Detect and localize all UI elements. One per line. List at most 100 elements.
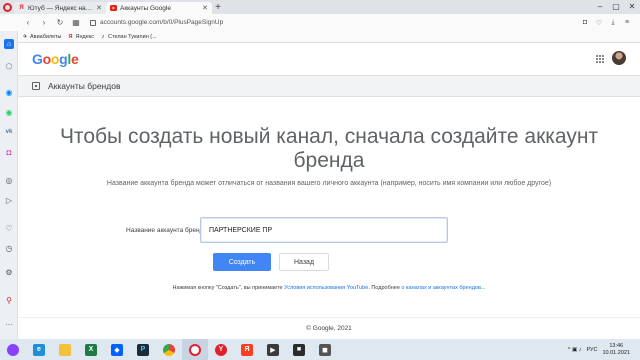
tab-title: Аккаунты Google (120, 4, 171, 12)
send-icon[interactable]: ▷ (4, 195, 14, 205)
brand-name-label: Название аккаунта бренда (126, 227, 207, 234)
toolbar-actions: ◘ ♡ ⤓ ≡ (580, 19, 640, 27)
taskbar-app-dark[interactable]: ■ (286, 339, 312, 360)
speed-dial-icon[interactable]: ▦ (70, 18, 82, 27)
youtube-terms-link[interactable]: Условия использования YouTube (284, 285, 368, 291)
google-logo[interactable]: Google (32, 51, 79, 67)
taskbar-dropbox[interactable]: ◆ (104, 339, 130, 360)
excel-icon: X (85, 343, 97, 356)
reload-icon[interactable]: ↻ (54, 18, 66, 27)
brand-account-icon (32, 82, 40, 90)
taskbar-explorer[interactable] (52, 339, 78, 360)
page-footer: © Google, 2021 (18, 317, 640, 339)
brand-accounts-info-link[interactable]: о каналах и аккаунтах брендов... (401, 285, 485, 291)
tab-google-accounts[interactable]: Аккаунты Google ✕ (106, 2, 212, 14)
taskbar-photoshop[interactable]: P (130, 339, 156, 360)
taskbar-opera[interactable] (182, 339, 208, 360)
home-icon[interactable]: ⌂ (4, 39, 14, 49)
messenger-icon[interactable]: ◉ (4, 87, 14, 97)
media-player-icon: ▶ (267, 343, 279, 356)
taskbar-yandex-browser[interactable]: Y (208, 339, 234, 360)
vk-icon[interactable]: vk (4, 127, 14, 137)
alice-icon (7, 343, 19, 356)
app-icon: ■ (293, 343, 305, 356)
tab-strip: Я Ютуб — Яндекс нашлось ✕ Аккаунты Googl… (0, 0, 640, 14)
address-bar[interactable]: accounts.google.com/b/0/PlusPageSignUp (86, 16, 526, 29)
yandex-icon: Я (241, 343, 253, 356)
brand-accounts-bar: Аккаунты брендов (18, 75, 640, 97)
section-title: Аккаунты брендов (48, 81, 121, 91)
bookmark-aviabilety[interactable]: ✈ Авиабилеты (22, 34, 62, 40)
terms-middle: . Подробнее (368, 285, 402, 291)
whatsapp-icon[interactable]: ◉ (4, 107, 14, 117)
bookmarks-bar: ✈ Авиабилеты Я Яндекс ♪ Стелан Тукилин (… (0, 31, 640, 43)
bookmark-tiktok[interactable]: ♪ Стелан Тукилин (... (100, 34, 157, 40)
minimize-button[interactable]: – (592, 0, 608, 14)
camera-icon[interactable]: ◘ (580, 19, 590, 27)
system-tray: ^ ▣ ♪ РУС 13:46 10.01.2021 (568, 343, 640, 357)
history-icon[interactable]: ◷ (4, 243, 14, 253)
new-tab-button[interactable]: + (212, 2, 224, 14)
internet-explorer-icon: e (33, 343, 45, 356)
terms-prefix: Нажимая кнопку "Создать", вы принимаете (172, 285, 285, 291)
pin-icon[interactable]: ⬠ (4, 61, 14, 71)
settings-icon[interactable]: ≡ (622, 19, 632, 27)
clock[interactable]: 13:46 10.01.2021 (602, 343, 630, 357)
page-headline: Чтобы создать новый канал, сначала созда… (59, 125, 599, 172)
download-icon[interactable]: ⤓ (608, 19, 618, 27)
bookmark-label: Стелан Тукилин (... (108, 33, 157, 40)
tab-close-icon[interactable]: ✕ (202, 4, 208, 12)
snapshot-icon[interactable]: ◎ (4, 175, 14, 185)
heart-icon[interactable]: ♡ (4, 223, 14, 233)
back-arrow-icon[interactable]: ‹ (22, 18, 34, 27)
alice-button[interactable] (0, 339, 26, 360)
logo-letter: e (70, 51, 79, 67)
logo-letter: o (42, 51, 52, 67)
youtube-icon (110, 5, 117, 12)
extensions-icon[interactable]: ⚙ (4, 267, 14, 277)
apps-grid-icon[interactable] (596, 55, 604, 63)
more-icon[interactable]: ··· (4, 319, 14, 329)
back-button[interactable]: Назад (279, 253, 329, 271)
instagram-icon[interactable]: ◘ (4, 147, 14, 157)
window-controls: – ▢ ✕ (592, 0, 640, 14)
terms-notice: Нажимая кнопку "Создать", вы принимаете … (28, 285, 630, 291)
windows-taskbar: e X ◆ P Y Я ▶ ■ ◼ ^ ▣ ♪ РУС 13:46 10.01.… (0, 339, 640, 360)
plane-icon: ✈ (22, 33, 28, 40)
vpn-icon[interactable]: ⚲ (4, 295, 14, 305)
opera-icon (189, 343, 201, 356)
tab-title: Ютуб — Яндекс нашлось (28, 4, 93, 12)
opera-menu-button[interactable] (0, 0, 14, 14)
close-window-button[interactable]: ✕ (624, 0, 640, 14)
language-indicator[interactable]: РУС (586, 347, 597, 353)
bookmark-yandex[interactable]: Я Яндекс (68, 33, 95, 40)
opera-logo-icon (2, 2, 12, 12)
yandex-icon: Я (68, 33, 73, 40)
address-toolbar: ‹ › ↻ ▦ accounts.google.com/b/0/PlusPage… (0, 14, 640, 31)
brand-name-input[interactable] (200, 217, 448, 243)
tab-close-icon[interactable]: ✕ (96, 4, 102, 12)
page-description: Название аккаунта бренда может отличатьс… (106, 180, 552, 187)
folder-icon (59, 343, 71, 356)
taskbar-yandex[interactable]: Я (234, 339, 260, 360)
taskbar-excel[interactable]: X (78, 339, 104, 360)
taskbar-app-grey[interactable]: ◼ (312, 339, 338, 360)
forward-arrow-icon[interactable]: › (38, 18, 50, 27)
google-header: Google (18, 43, 640, 75)
bookmark-label: Авиабилеты (30, 33, 62, 40)
yandex-browser-icon: Y (215, 343, 227, 356)
tab-yandex[interactable]: Я Ютуб — Яндекс нашлось ✕ (14, 2, 106, 14)
photoshop-icon: P (137, 343, 149, 356)
bookmark-heart-icon[interactable]: ♡ (594, 19, 604, 27)
clock-time: 13:46 (609, 342, 624, 349)
clock-date: 10.01.2021 (602, 349, 630, 356)
avatar[interactable] (612, 51, 626, 65)
maximize-button[interactable]: ▢ (608, 0, 624, 14)
taskbar-chrome[interactable] (156, 339, 182, 360)
tray-icons[interactable]: ^ ▣ ♪ (568, 347, 582, 353)
bookmark-label: Яндекс (75, 33, 95, 40)
taskbar-media[interactable]: ▶ (260, 339, 286, 360)
address-text: accounts.google.com/b/0/PlusPageSignUp (100, 19, 224, 26)
taskbar-ie[interactable]: e (26, 339, 52, 360)
create-button[interactable]: Создать (213, 253, 271, 271)
